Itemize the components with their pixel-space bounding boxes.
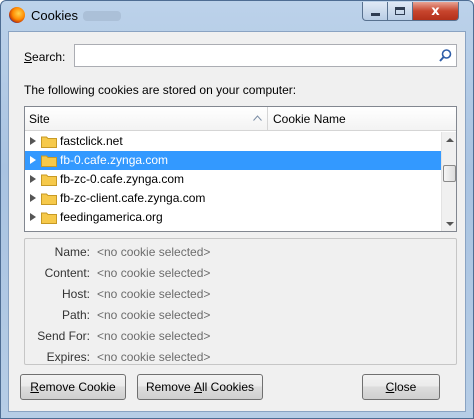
expand-arrow-icon[interactable] (30, 137, 36, 145)
dialog-content: Search: The following cookies are stored… (8, 31, 466, 412)
folder-icon (41, 212, 57, 224)
tree-row-label: feedingamerica.org (60, 210, 163, 224)
tree-row-fb-zc-0-cafe[interactable]: fb-zc-0.cafe.zynga.com (25, 170, 441, 189)
detail-host: Host: <no cookie selected> (61, 287, 211, 301)
expand-arrow-icon[interactable] (30, 156, 36, 164)
tree-row-label: fb-0.cafe.zynga.com (60, 153, 169, 167)
sort-ascending-icon (253, 115, 262, 121)
folder-icon (41, 193, 57, 205)
detail-content: Content: <no cookie selected> (44, 266, 211, 280)
expand-arrow-icon[interactable] (30, 213, 36, 221)
scroll-down-button[interactable] (442, 216, 457, 231)
close-window-button[interactable]: x (412, 2, 459, 21)
remove-cookie-button[interactable]: Remove Cookie (20, 374, 126, 400)
close-icon: x (431, 3, 440, 19)
minimize-button[interactable] (362, 2, 388, 21)
search-icon[interactable] (437, 48, 453, 64)
search-label: Search: (24, 50, 66, 64)
expand-arrow-icon[interactable] (30, 175, 36, 183)
window-title: Cookies (31, 8, 78, 23)
cookie-details: Name: <no cookie selected> Content: <no … (24, 238, 457, 365)
tree-scrollbar[interactable] (441, 132, 456, 231)
detail-send-for: Send For: <no cookie selected> (37, 329, 211, 343)
tree-row-label: fastclick.net (60, 134, 123, 148)
tree-row-label: fb-zc-client.cafe.zynga.com (60, 191, 206, 205)
expand-arrow-icon[interactable] (30, 194, 36, 202)
column-site[interactable]: Site (29, 112, 50, 126)
detail-path: Path: <no cookie selected> (61, 308, 211, 322)
scroll-thumb[interactable] (443, 165, 456, 182)
intro-text: The following cookies are stored on your… (24, 83, 297, 97)
close-button[interactable]: Close (362, 374, 440, 400)
tree-row-label: fb-zc-0.cafe.zynga.com (60, 172, 185, 186)
tree-row-fastclick[interactable]: fastclick.net (25, 132, 441, 151)
title-blur (83, 11, 121, 21)
folder-icon (41, 174, 57, 186)
detail-expires: Expires: <no cookie selected> (46, 350, 211, 364)
minimize-icon (370, 12, 380, 16)
remove-all-cookies-button[interactable]: Remove All Cookies (137, 374, 263, 400)
tree-row-feedingamerica[interactable]: feedingamerica.org (25, 208, 441, 227)
search-input[interactable] (75, 45, 415, 66)
cookie-tree[interactable]: Site Cookie Name fastclick.net fb-0.cafe… (24, 106, 457, 232)
cookies-window: Cookies x Search: The following cookies … (0, 0, 474, 419)
maximize-icon (395, 7, 405, 15)
maximize-button[interactable] (387, 2, 413, 21)
detail-name: Name: <no cookie selected> (54, 245, 211, 259)
tree-row-fb-zc-client[interactable]: fb-zc-client.cafe.zynga.com (25, 189, 441, 208)
tree-rows: fastclick.net fb-0.cafe.zynga.com fb-zc-… (25, 132, 441, 232)
search-field[interactable] (74, 44, 457, 67)
column-cookie-name[interactable]: Cookie Name (273, 112, 346, 126)
column-separator[interactable] (267, 107, 268, 131)
folder-icon (41, 136, 57, 148)
tree-row-fb-0-cafe[interactable]: fb-0.cafe.zynga.com (25, 151, 441, 170)
arrow-up-icon (445, 137, 454, 142)
folder-icon (41, 155, 57, 167)
tree-header: Site Cookie Name (25, 107, 456, 131)
arrow-down-icon (445, 221, 454, 226)
firefox-icon (9, 7, 25, 23)
scroll-up-button[interactable] (442, 132, 457, 147)
title-bar[interactable]: Cookies x (1, 1, 473, 31)
